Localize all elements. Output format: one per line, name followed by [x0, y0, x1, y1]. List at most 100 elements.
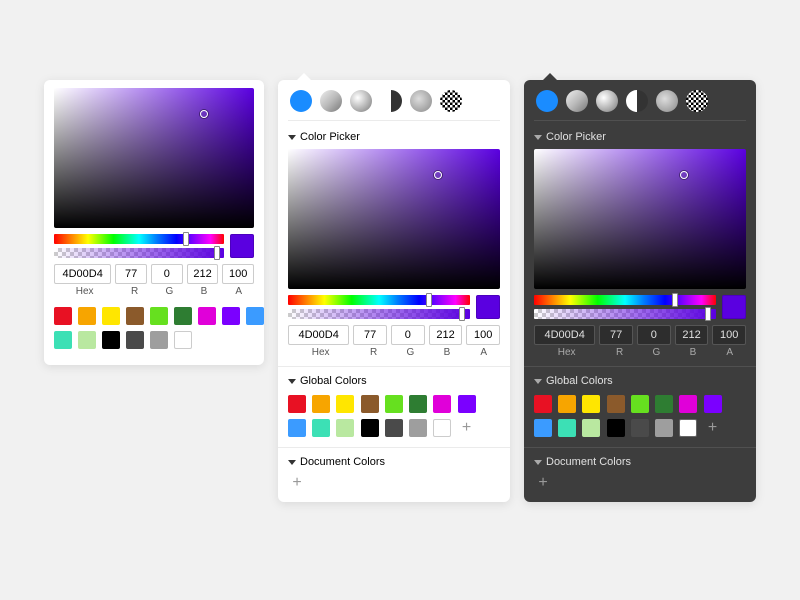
color-swatch[interactable]: [385, 419, 403, 437]
color-swatch[interactable]: [631, 419, 649, 437]
add-swatch-button[interactable]: +: [534, 474, 552, 492]
color-swatch[interactable]: [679, 395, 697, 413]
section-document-colors[interactable]: Document Colors: [288, 452, 500, 474]
alpha-thumb[interactable]: [214, 246, 220, 260]
hex-input[interactable]: [54, 264, 111, 284]
color-swatch[interactable]: [288, 395, 306, 413]
alpha-slider[interactable]: [54, 248, 224, 258]
fill-tab-solid[interactable]: [536, 90, 558, 112]
color-swatch[interactable]: [655, 395, 673, 413]
section-color-picker[interactable]: Color Picker: [534, 127, 746, 149]
fill-tab-radial-gradient[interactable]: [350, 90, 372, 112]
color-swatch[interactable]: [582, 419, 600, 437]
alpha-slider[interactable]: [288, 309, 470, 319]
color-swatch[interactable]: [54, 331, 72, 349]
section-global-colors[interactable]: Global Colors: [288, 371, 500, 393]
color-swatch[interactable]: [288, 419, 306, 437]
color-swatch[interactable]: [433, 395, 451, 413]
fill-tab-image[interactable]: [656, 90, 678, 112]
color-swatch[interactable]: [385, 395, 403, 413]
color-swatch[interactable]: [607, 419, 625, 437]
hue-thumb[interactable]: [672, 293, 678, 307]
color-swatch[interactable]: [409, 395, 427, 413]
a-input[interactable]: [466, 325, 500, 345]
color-swatch[interactable]: [409, 419, 427, 437]
fill-tab-angular-gradient[interactable]: [626, 90, 648, 112]
color-swatch[interactable]: [458, 395, 476, 413]
color-swatch[interactable]: [126, 331, 144, 349]
color-swatch[interactable]: [336, 419, 354, 437]
color-swatch[interactable]: [558, 419, 576, 437]
r-input[interactable]: [599, 325, 633, 345]
color-swatch[interactable]: [361, 395, 379, 413]
color-swatch[interactable]: [54, 307, 72, 325]
sb-cursor[interactable]: [200, 110, 208, 118]
g-input[interactable]: [391, 325, 425, 345]
add-swatch-button[interactable]: +: [458, 419, 476, 437]
fill-tab-noise[interactable]: [686, 90, 708, 112]
b-input[interactable]: [429, 325, 463, 345]
color-swatch[interactable]: [78, 307, 96, 325]
alpha-slider[interactable]: [534, 309, 716, 319]
alpha-thumb[interactable]: [705, 307, 711, 321]
color-swatch[interactable]: [150, 307, 168, 325]
hex-input[interactable]: [288, 325, 349, 345]
section-document-colors[interactable]: Document Colors: [534, 452, 746, 474]
saturation-brightness-field[interactable]: [54, 88, 254, 228]
hue-slider[interactable]: [54, 234, 224, 244]
fill-tab-image[interactable]: [410, 90, 432, 112]
add-swatch-button[interactable]: +: [704, 419, 722, 437]
sb-cursor[interactable]: [434, 171, 442, 179]
color-swatch[interactable]: [534, 419, 552, 437]
color-swatch[interactable]: [679, 419, 697, 437]
fill-tab-linear-gradient[interactable]: [320, 90, 342, 112]
b-input[interactable]: [187, 264, 219, 284]
hue-slider[interactable]: [534, 295, 716, 305]
fill-tab-radial-gradient[interactable]: [596, 90, 618, 112]
add-swatch-button[interactable]: +: [288, 474, 306, 492]
color-swatch[interactable]: [198, 307, 216, 325]
color-swatch[interactable]: [78, 331, 96, 349]
fill-tab-linear-gradient[interactable]: [566, 90, 588, 112]
hue-thumb[interactable]: [426, 293, 432, 307]
fill-tab-noise[interactable]: [440, 90, 462, 112]
fill-tab-solid[interactable]: [290, 90, 312, 112]
a-input[interactable]: [712, 325, 746, 345]
r-input[interactable]: [115, 264, 147, 284]
color-swatch[interactable]: [631, 395, 649, 413]
b-input[interactable]: [675, 325, 709, 345]
color-swatch[interactable]: [607, 395, 625, 413]
color-swatch[interactable]: [361, 419, 379, 437]
g-input[interactable]: [637, 325, 671, 345]
alpha-thumb[interactable]: [459, 307, 465, 321]
color-swatch[interactable]: [704, 395, 722, 413]
sb-cursor[interactable]: [680, 171, 688, 179]
color-swatch[interactable]: [312, 419, 330, 437]
section-global-colors[interactable]: Global Colors: [534, 371, 746, 393]
color-swatch[interactable]: [174, 307, 192, 325]
hex-input[interactable]: [534, 325, 595, 345]
color-swatch[interactable]: [246, 307, 264, 325]
saturation-brightness-field[interactable]: [534, 149, 746, 289]
color-swatch[interactable]: [126, 307, 144, 325]
color-swatch[interactable]: [433, 419, 451, 437]
color-swatch[interactable]: [312, 395, 330, 413]
color-swatch[interactable]: [558, 395, 576, 413]
r-input[interactable]: [353, 325, 387, 345]
saturation-brightness-field[interactable]: [288, 149, 500, 289]
hue-thumb[interactable]: [183, 232, 189, 246]
color-swatch[interactable]: [150, 331, 168, 349]
g-input[interactable]: [151, 264, 183, 284]
color-swatch[interactable]: [336, 395, 354, 413]
section-color-picker[interactable]: Color Picker: [288, 127, 500, 149]
a-input[interactable]: [222, 264, 254, 284]
hue-slider[interactable]: [288, 295, 470, 305]
color-swatch[interactable]: [174, 331, 192, 349]
color-swatch[interactable]: [102, 307, 120, 325]
color-swatch[interactable]: [102, 331, 120, 349]
color-swatch[interactable]: [534, 395, 552, 413]
color-swatch[interactable]: [222, 307, 240, 325]
fill-tab-angular-gradient[interactable]: [380, 90, 402, 112]
color-swatch[interactable]: [655, 419, 673, 437]
color-swatch[interactable]: [582, 395, 600, 413]
